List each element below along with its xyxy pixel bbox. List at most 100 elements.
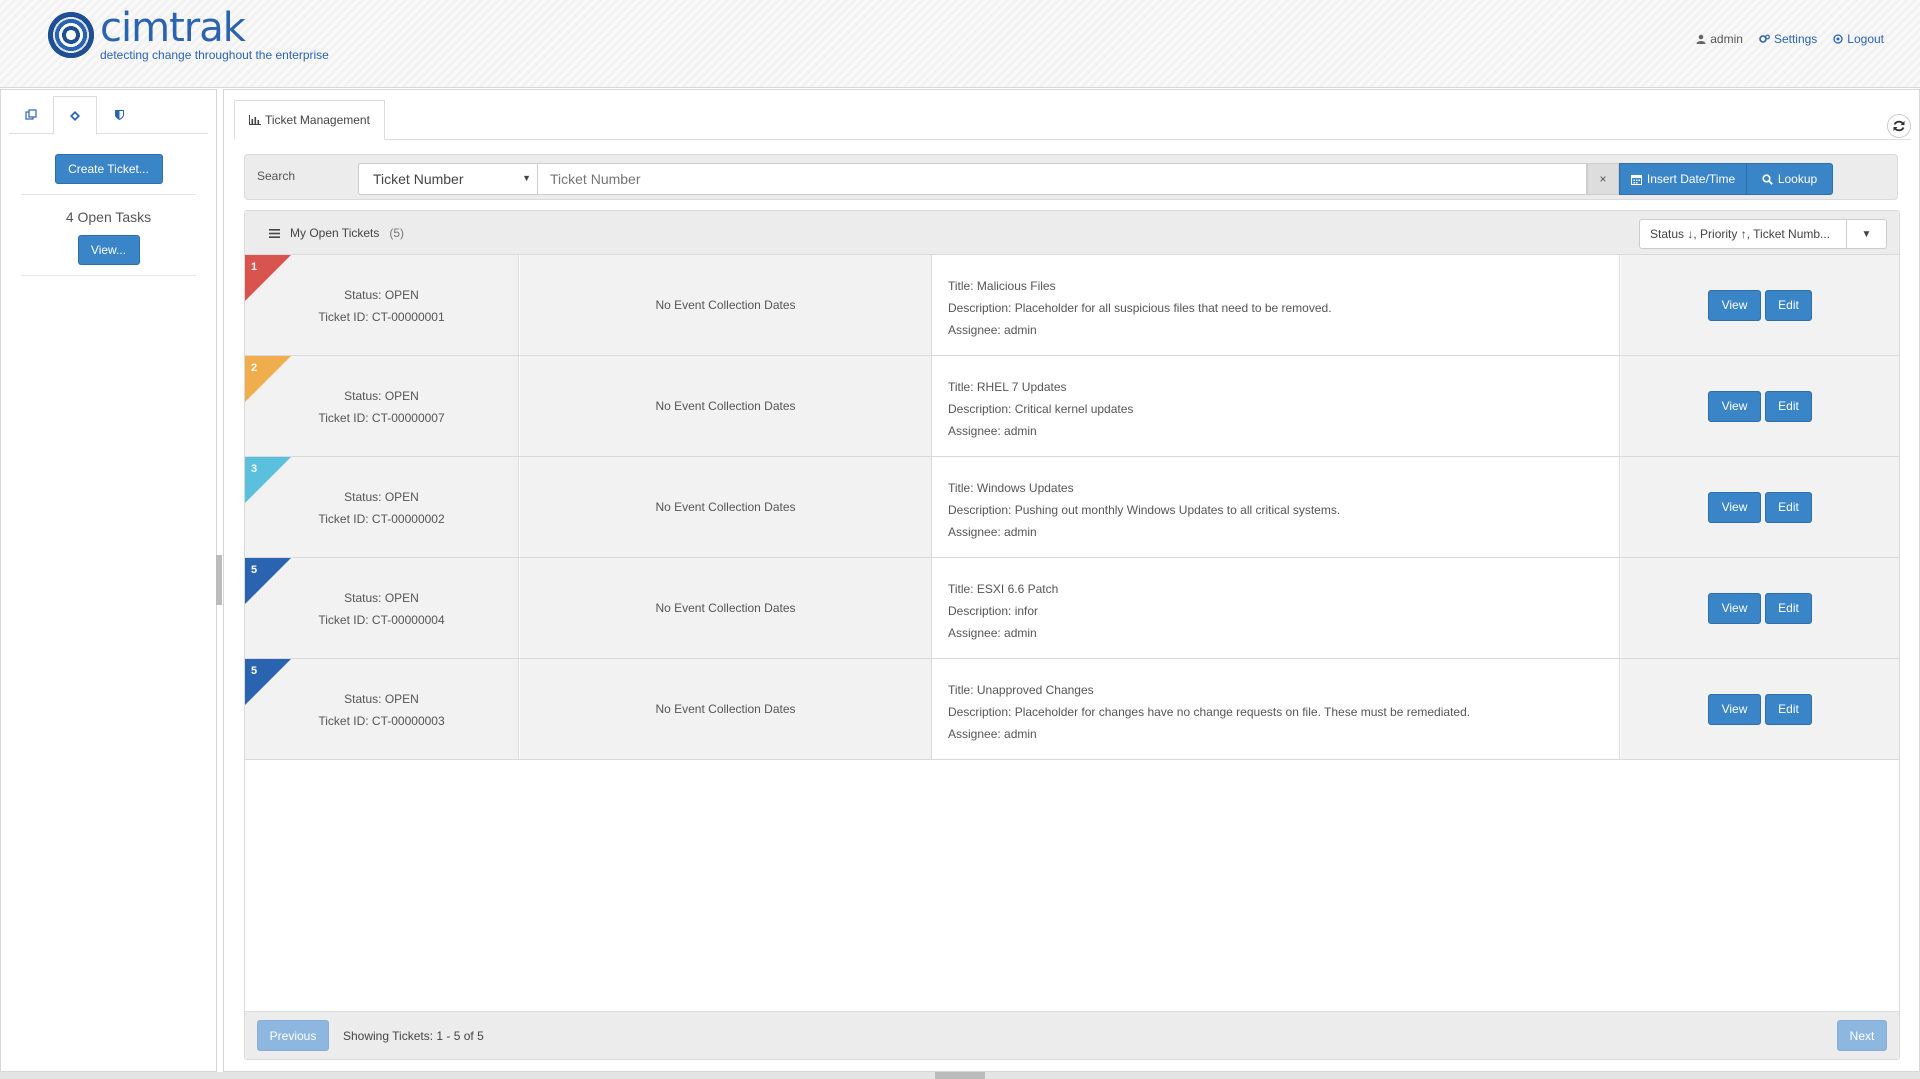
search-bar: Search Ticket Number ▼ × Insert Date/Tim…: [244, 154, 1898, 200]
caret-down-icon: ▼: [522, 173, 531, 183]
ticket-row: 5 Status: OPEN Ticket ID: CT-00000004 No…: [245, 558, 1899, 659]
view-ticket-button[interactable]: View: [1708, 693, 1761, 725]
ticket-status-cell: 2 Status: OPEN Ticket ID: CT-00000007: [245, 356, 519, 456]
previous-page-button[interactable]: Previous: [257, 1020, 329, 1051]
open-tickets-panel: My Open Tickets (5) Status ↓, Priority ↑…: [244, 210, 1900, 1060]
search-field-value: Ticket Number: [373, 171, 464, 187]
ticket-row: 3 Status: OPEN Ticket ID: CT-00000002 No…: [245, 457, 1899, 558]
ticket-description: Description: Placeholder for changes hav…: [948, 705, 1471, 719]
event-dates-cell: No Event Collection Dates: [520, 558, 932, 658]
ticket-details-cell: Title: RHEL 7 Updates Description: Criti…: [933, 356, 1620, 456]
sidebar-resize-handle[interactable]: [216, 555, 222, 605]
lookup-label: Lookup: [1777, 172, 1818, 186]
tab-ticket-management[interactable]: Ticket Management: [234, 100, 385, 140]
event-dates-cell: No Event Collection Dates: [520, 356, 932, 456]
bottom-resize-handle[interactable]: [935, 1072, 985, 1079]
priority-number: 2: [251, 362, 258, 374]
ticket-assignee: Assignee: admin: [948, 424, 1037, 438]
user-menu[interactable]: admin: [1696, 32, 1743, 46]
left-sidebar: Create Ticket... 4 Open Tasks View...: [0, 89, 217, 1072]
ticket-assignee: Assignee: admin: [948, 525, 1037, 539]
ticket-status: Status: OPEN: [344, 490, 419, 504]
ticket-actions-cell: View Edit: [1621, 558, 1899, 658]
insert-date-time-label: Insert Date/Time: [1646, 172, 1736, 186]
ticket-status: Status: OPEN: [344, 288, 419, 302]
ticket-status: Status: OPEN: [344, 692, 419, 706]
hamburger-menu-icon[interactable]: [269, 228, 280, 238]
tab-label: Ticket Management: [265, 113, 370, 127]
ticket-status-cell: 1 Status: OPEN Ticket ID: CT-00000001: [245, 255, 519, 355]
logout-label: Logout: [1847, 32, 1884, 46]
copy-icon: [25, 109, 37, 120]
user-icon: [1696, 34, 1706, 44]
pagination-footer: Previous Showing Tickets: 1 - 5 of 5 Nex…: [245, 1011, 1899, 1059]
settings-link[interactable]: Settings: [1759, 32, 1817, 46]
ticket-title: Title: ESXI 6.6 Patch: [948, 582, 1059, 596]
event-dates: No Event Collection Dates: [655, 702, 796, 716]
view-ticket-button[interactable]: View: [1708, 592, 1761, 624]
event-dates: No Event Collection Dates: [655, 601, 796, 615]
search-field-select[interactable]: Ticket Number ▼: [358, 163, 538, 195]
event-dates: No Event Collection Dates: [655, 500, 796, 514]
sidebar-tab-copy[interactable]: [9, 96, 53, 134]
ticket-details-cell: Title: Unapproved Changes Description: P…: [933, 659, 1620, 759]
next-page-button[interactable]: Next: [1837, 1020, 1887, 1051]
ticket-details-cell: Title: Malicious Files Description: Plac…: [933, 255, 1620, 355]
ticket-id: Ticket ID: CT-00000004: [318, 613, 445, 627]
pagination-status: Showing Tickets: 1 - 5 of 5: [343, 1029, 484, 1043]
edit-ticket-button[interactable]: Edit: [1765, 693, 1812, 725]
clear-search-button[interactable]: ×: [1587, 163, 1619, 195]
ticket-actions-cell: View Edit: [1621, 659, 1899, 759]
create-ticket-button[interactable]: Create Ticket...: [54, 154, 163, 184]
ticket-status: Status: OPEN: [344, 591, 419, 605]
search-input[interactable]: [538, 163, 1587, 195]
view-ticket-button[interactable]: View: [1708, 491, 1761, 523]
ticket-row: 2 Status: OPEN Ticket ID: CT-00000007 No…: [245, 356, 1899, 457]
ticket-assignee: Assignee: admin: [948, 626, 1037, 640]
event-dates: No Event Collection Dates: [655, 399, 796, 413]
ticket-id: Ticket ID: CT-00000003: [318, 714, 445, 728]
ticket-list: 1 Status: OPEN Ticket ID: CT-00000001 No…: [245, 255, 1899, 760]
insert-date-time-button[interactable]: Insert Date/Time: [1619, 163, 1747, 195]
edit-ticket-button[interactable]: Edit: [1765, 491, 1812, 523]
top-navigation: admin Settings Logout: [1696, 32, 1884, 46]
radar-logo-icon: [48, 12, 94, 58]
sidebar-tab-shield[interactable]: [97, 96, 141, 134]
panel-header: My Open Tickets (5) Status ↓, Priority ↑…: [245, 211, 1899, 255]
ticket-count-badge: (5): [389, 226, 405, 240]
ticket-details-cell: Title: ESXI 6.6 Patch Description: infor…: [933, 558, 1620, 658]
view-ticket-button[interactable]: View: [1708, 390, 1761, 422]
ticket-title: Title: Malicious Files: [948, 279, 1056, 293]
cimtrak-logo[interactable]: cimtrak detecting change throughout the …: [48, 5, 329, 66]
edit-ticket-button[interactable]: Edit: [1765, 289, 1812, 321]
lookup-button[interactable]: Lookup: [1746, 163, 1833, 195]
main-content: Ticket Management Search Ticket Number ▼…: [223, 89, 1920, 1072]
ticket-title: Title: Unapproved Changes: [948, 683, 1094, 697]
search-icon: [1762, 173, 1773, 185]
ticket-status-cell: 5 Status: OPEN Ticket ID: CT-00000004: [245, 558, 519, 658]
view-tasks-button[interactable]: View...: [77, 235, 140, 265]
view-ticket-button[interactable]: View: [1708, 289, 1761, 321]
ticket-title: Title: Windows Updates: [948, 481, 1074, 495]
panel-title: My Open Tickets: [290, 226, 380, 240]
sidebar-tab-tickets[interactable]: [53, 96, 97, 135]
ticket-actions-cell: View Edit: [1621, 457, 1899, 557]
caret-down-icon: ▼: [1846, 220, 1886, 248]
refresh-button[interactable]: [1887, 114, 1911, 138]
edit-ticket-button[interactable]: Edit: [1765, 592, 1812, 624]
shield-icon: [114, 110, 124, 120]
ticket-details-cell: Title: Windows Updates Description: Push…: [933, 457, 1620, 557]
edit-ticket-button[interactable]: Edit: [1765, 390, 1812, 422]
calendar-icon: [1630, 174, 1642, 185]
ticket-title: Title: RHEL 7 Updates: [948, 380, 1067, 394]
ticket-assignee: Assignee: admin: [948, 323, 1037, 337]
ticket-actions-cell: View Edit: [1621, 356, 1899, 456]
ticket-actions-cell: View Edit: [1621, 255, 1899, 355]
sort-order-select[interactable]: Status ↓, Priority ↑, Ticket Numb... ▼: [1639, 219, 1887, 249]
app-header: cimtrak detecting change throughout the …: [0, 0, 1920, 88]
main-tabbar: Ticket Management: [234, 100, 1911, 140]
ticket-id: Ticket ID: CT-00000001: [318, 310, 445, 324]
brand-name: cimtrak: [100, 5, 246, 51]
sidebar-tabs: [9, 90, 208, 135]
logout-link[interactable]: Logout: [1833, 32, 1884, 46]
